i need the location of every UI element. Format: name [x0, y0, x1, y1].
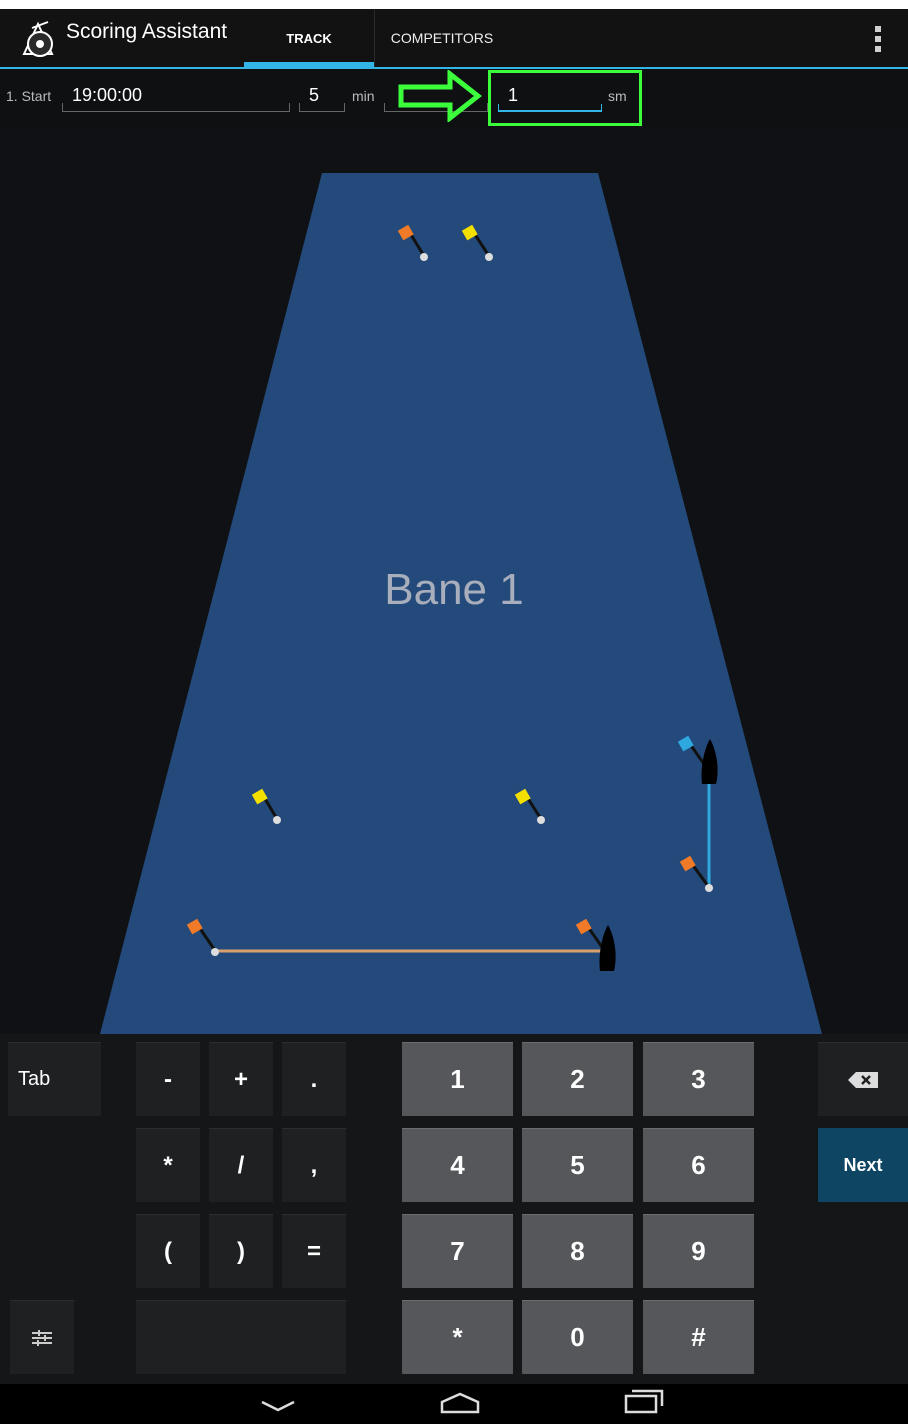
- key-hash[interactable]: #: [643, 1300, 754, 1374]
- minutes-unit: min: [352, 88, 375, 104]
- key-minus[interactable]: -: [136, 1042, 200, 1116]
- key-asterisk[interactable]: *: [136, 1128, 200, 1202]
- key-1[interactable]: 1: [402, 1042, 513, 1116]
- key-next[interactable]: Next: [818, 1128, 908, 1202]
- overflow-menu-icon[interactable]: [868, 24, 888, 54]
- key-4[interactable]: 4: [402, 1128, 513, 1202]
- key-2[interactable]: 2: [522, 1042, 633, 1116]
- key-9[interactable]: 9: [643, 1214, 754, 1288]
- track-name: Bane 1: [384, 565, 524, 614]
- key-6[interactable]: 6: [643, 1128, 754, 1202]
- app-title: Scoring Assistant: [66, 20, 228, 43]
- keyboard-settings-icon[interactable]: [10, 1300, 74, 1374]
- nav-back-icon[interactable]: [258, 1392, 298, 1416]
- key-space[interactable]: [136, 1300, 346, 1374]
- highlight-arrow-icon: [398, 68, 483, 124]
- key-comma[interactable]: ,: [282, 1128, 346, 1202]
- tab-track[interactable]: TRACK: [244, 9, 374, 67]
- key-7[interactable]: 7: [402, 1214, 513, 1288]
- key-3[interactable]: 3: [643, 1042, 754, 1116]
- key-slash[interactable]: /: [209, 1128, 273, 1202]
- backspace-icon[interactable]: [818, 1042, 908, 1116]
- key-equals[interactable]: =: [282, 1214, 346, 1288]
- key-5[interactable]: 5: [522, 1128, 633, 1202]
- key-0[interactable]: 0: [522, 1300, 633, 1374]
- nav-recents-icon[interactable]: [622, 1388, 664, 1416]
- app-logo-icon: [18, 18, 60, 60]
- highlight-box: [488, 70, 642, 126]
- status-strip: [0, 0, 908, 9]
- key-period[interactable]: .: [282, 1042, 346, 1116]
- key-8[interactable]: 8: [522, 1214, 633, 1288]
- key-tab[interactable]: Tab: [8, 1042, 101, 1116]
- start-time-field[interactable]: 19:00:00: [62, 80, 290, 112]
- nav-home-icon[interactable]: [438, 1390, 482, 1416]
- numeric-keyboard: Tab - + . * / , ( ) = 1 2 3 4 5 6 7 8 9 …: [0, 1034, 908, 1384]
- navigation-bar: [0, 1384, 908, 1424]
- key-close-paren[interactable]: ): [209, 1214, 273, 1288]
- key-star[interactable]: *: [402, 1300, 513, 1374]
- key-open-paren[interactable]: (: [136, 1214, 200, 1288]
- key-plus[interactable]: +: [209, 1042, 273, 1116]
- tab-competitors[interactable]: COMPETITORS: [374, 9, 509, 67]
- minutes-field[interactable]: 5: [299, 80, 345, 112]
- start-index-label: 1. Start: [6, 88, 52, 104]
